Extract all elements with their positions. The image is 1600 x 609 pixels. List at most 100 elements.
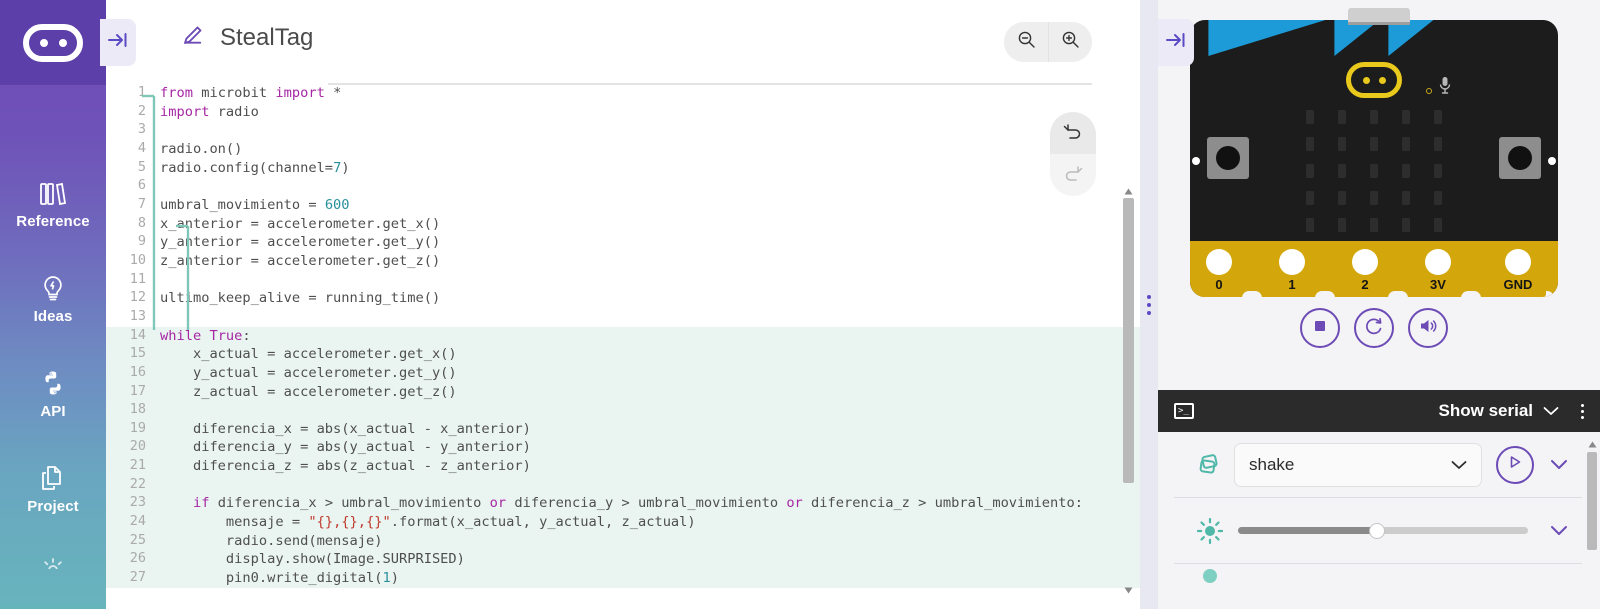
pin-2[interactable]: 2 — [1344, 245, 1386, 297]
code-line[interactable]: 19 diferencia_x = abs(x_actual - x_anter… — [106, 419, 1140, 439]
panel-splitter[interactable] — [1140, 0, 1158, 609]
code-text[interactable]: display.show(Image.SURPRISED) — [160, 550, 1140, 570]
gesture-select[interactable]: shake — [1234, 442, 1482, 487]
sidebar-item-api[interactable]: API — [0, 367, 106, 420]
code-editor[interactable]: 1 from microbit import * 2 import radio 3 4r… — [106, 84, 1140, 609]
code-text[interactable]: umbral_movimiento = 600 — [160, 196, 1140, 215]
code-text[interactable]: pin0.write_digital(1) — [160, 569, 1140, 588]
reset-button[interactable] — [1354, 308, 1394, 348]
code-line[interactable]: 24 mensaje = "{},{},{}".format(x_actual,… — [106, 513, 1140, 532]
code-line[interactable]: 22 — [106, 475, 1140, 495]
simulator-collapse-button[interactable] — [1158, 19, 1194, 66]
board-top-pattern — [1208, 20, 1434, 56]
code-line[interactable]: 11 — [106, 271, 1140, 290]
pin-1[interactable]: 1 — [1271, 245, 1313, 297]
pin-gnd[interactable]: GND — [1490, 245, 1546, 297]
code-text[interactable]: x_actual = accelerometer.get_x() — [160, 345, 1140, 364]
sensor-scrollbar[interactable] — [1586, 438, 1598, 609]
code-line[interactable]: 12 ultimo_keep_alive = running_time() — [106, 289, 1140, 308]
code-text[interactable] — [160, 177, 1140, 196]
sidebar-item-project[interactable]: Project — [0, 462, 106, 515]
code-text[interactable]: radio.on() — [160, 140, 1140, 159]
scroll-up-arrow[interactable] — [1121, 184, 1136, 198]
code-text[interactable]: y_actual = accelerometer.get_y() — [160, 363, 1140, 383]
scrollbar-thumb[interactable] — [1123, 198, 1134, 483]
sensor-scrollbar-thumb[interactable] — [1587, 452, 1597, 550]
code-line[interactable]: 7 umbral_movimiento = 600 — [106, 196, 1140, 215]
code-line[interactable]: 15 x_actual = accelerometer.get_x() — [106, 345, 1140, 364]
pencil-icon[interactable] — [181, 25, 203, 52]
code-text[interactable]: diferencia_x = abs(x_actual - x_anterior… — [160, 419, 1140, 439]
gesture-play-button[interactable] — [1496, 445, 1534, 484]
code-text[interactable] — [160, 121, 1140, 140]
page-title[interactable]: StealTag — [220, 24, 313, 52]
code-text[interactable]: mensaje = "{},{},{}".format(x_actual, y_… — [160, 513, 1140, 532]
undo-button[interactable] — [1050, 112, 1096, 154]
pin-0[interactable]: 0 — [1198, 245, 1240, 297]
code-line[interactable]: 16 y_actual = accelerometer.get_y() — [106, 363, 1140, 383]
terminal-icon[interactable]: >_ — [1174, 403, 1194, 419]
button-a[interactable] — [1207, 137, 1249, 179]
code-line[interactable]: 9 y_anterior = accelerometer.get_y() — [106, 233, 1140, 252]
sidebar-item-ideas[interactable]: Ideas — [0, 272, 106, 325]
code-text[interactable]: if diferencia_x > umbral_movimiento or d… — [160, 494, 1140, 514]
stop-button[interactable] — [1300, 308, 1340, 348]
button-b[interactable] — [1499, 137, 1541, 179]
code-line[interactable]: 21 diferencia_z = abs(z_actual - z_anter… — [106, 457, 1140, 476]
code-text[interactable]: import radio — [160, 103, 1140, 122]
code-line[interactable]: 3 — [106, 121, 1140, 140]
code-text[interactable]: from microbit import * — [160, 84, 1140, 103]
code-text[interactable] — [160, 475, 1140, 495]
show-serial-chevron[interactable] — [1543, 406, 1559, 416]
code-text[interactable]: radio.config(channel=7) — [160, 159, 1140, 178]
code-text[interactable] — [160, 401, 1140, 420]
code-text[interactable]: x_anterior = accelerometer.get_x() — [160, 215, 1140, 234]
show-serial-button[interactable]: Show serial — [1439, 401, 1533, 421]
code-line[interactable]: 13 — [106, 308, 1140, 327]
scroll-down-arrow[interactable] — [1121, 583, 1136, 597]
code-text[interactable]: radio.send(mensaje) — [160, 531, 1140, 551]
code-text[interactable]: y_anterior = accelerometer.get_y() — [160, 233, 1140, 252]
code-text[interactable] — [160, 308, 1140, 327]
code-line[interactable]: 2 import radio — [106, 103, 1140, 122]
code-text[interactable]: diferencia_y = abs(y_actual - y_anterior… — [160, 438, 1140, 458]
light-slider[interactable] — [1238, 521, 1528, 541]
sidebar-item-reference[interactable]: Reference — [0, 177, 106, 230]
line-number: 8 — [137, 214, 146, 231]
code-line[interactable]: 10 z_anterior = accelerometer.get_z() — [106, 252, 1140, 271]
zoom-out-button[interactable] — [1004, 22, 1048, 62]
pin-3v[interactable]: 3V — [1417, 245, 1459, 297]
light-expand-button[interactable] — [1550, 525, 1568, 536]
code-text[interactable]: while True: — [160, 326, 1140, 346]
code-line[interactable]: 14 while True: — [106, 326, 1140, 346]
code-text[interactable]: z_anterior = accelerometer.get_z() — [160, 252, 1140, 271]
scrollbar-track[interactable] — [1123, 198, 1134, 583]
code-line[interactable]: 1 from microbit import * — [106, 84, 1140, 103]
code-text[interactable]: z_actual = accelerometer.get_z() — [160, 382, 1140, 402]
light-slider-thumb[interactable] — [1369, 522, 1386, 539]
code-line[interactable]: 20 diferencia_y = abs(y_actual - y_anter… — [106, 438, 1140, 458]
code-line[interactable]: 27 pin0.write_digital(1) — [106, 569, 1140, 588]
code-line[interactable]: 4 radio.on() — [106, 140, 1140, 159]
code-text[interactable]: ultimo_keep_alive = running_time() — [160, 289, 1140, 308]
code-line[interactable]: 17 z_actual = accelerometer.get_z() — [106, 382, 1140, 402]
code-text[interactable]: diferencia_z = abs(z_actual - z_anterior… — [160, 457, 1140, 476]
sensor-scroll-up-arrow[interactable] — [1586, 438, 1598, 450]
code-line[interactable]: 23 if diferencia_x > umbral_movimiento o… — [106, 494, 1140, 514]
code-line[interactable]: 8 x_anterior = accelerometer.get_x() — [106, 215, 1140, 234]
zoom-in-button[interactable] — [1048, 22, 1092, 62]
sidebar-collapse-button[interactable] — [100, 19, 136, 66]
app-logo[interactable] — [0, 0, 106, 85]
code-line[interactable]: 18 — [106, 401, 1140, 420]
code-line[interactable]: 26 display.show(Image.SURPRISED) — [106, 550, 1140, 570]
code-line[interactable]: 6 — [106, 177, 1140, 196]
sidebar-item-settings-partial[interactable] — [0, 557, 106, 569]
mute-button[interactable] — [1408, 308, 1448, 348]
code-text[interactable] — [160, 271, 1140, 290]
code-line[interactable]: 25 radio.send(mensaje) — [106, 531, 1140, 551]
kebab-menu-icon[interactable] — [1581, 403, 1584, 419]
gesture-expand-button[interactable] — [1550, 459, 1568, 470]
code-scroll-region[interactable]: 1 from microbit import * 2 import radio 3 4r… — [106, 84, 1140, 609]
editor-scrollbar[interactable] — [1121, 184, 1136, 597]
code-line[interactable]: 5 radio.config(channel=7) — [106, 159, 1140, 178]
